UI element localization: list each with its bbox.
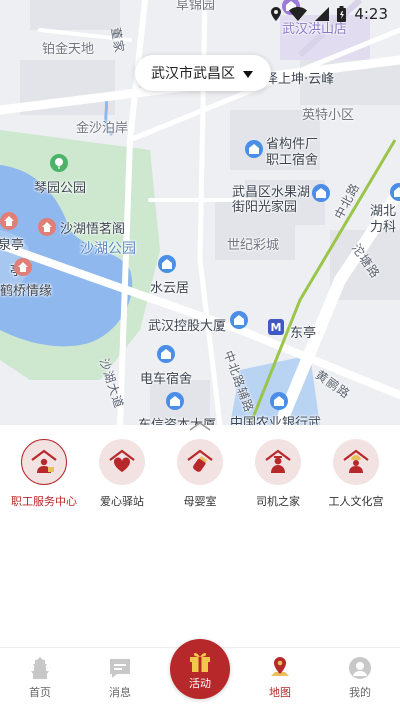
location-selector[interactable]: 武汉市武昌区 bbox=[135, 55, 271, 91]
worker-service-icon bbox=[21, 439, 67, 485]
service-heart-station[interactable]: 爱心驿站 bbox=[84, 439, 160, 509]
service-label: 母婴室 bbox=[183, 495, 217, 508]
tab-label: 消息 bbox=[109, 686, 131, 699]
mother-baby-icon bbox=[177, 439, 223, 485]
status-time: 4:23 bbox=[354, 5, 388, 23]
map-label: 英特小区 bbox=[302, 108, 355, 123]
poi-marker-icon[interactable] bbox=[245, 140, 263, 158]
poi-marker-icon[interactable] bbox=[158, 255, 176, 273]
service-label: 爱心驿站 bbox=[100, 495, 144, 508]
scenic-poi-icon[interactable] bbox=[0, 212, 18, 230]
tab-label: 地图 bbox=[269, 686, 291, 699]
heart-station-icon bbox=[99, 439, 145, 485]
map-label: 鹤桥情缘 bbox=[0, 284, 53, 299]
service-worker-center[interactable]: 职工服务中心 bbox=[6, 439, 82, 509]
service-list: 职工服务中心 爱心驿站 母婴室 司机之家 工人文化宫 bbox=[0, 425, 400, 509]
service-driver-home[interactable]: 司机之家 bbox=[240, 439, 316, 509]
culture-palace-icon bbox=[333, 439, 379, 485]
map-label: 沙湖悟茗阁 bbox=[60, 222, 126, 237]
tab-label: 我的 bbox=[349, 686, 371, 699]
park-poi-icon[interactable] bbox=[50, 154, 68, 172]
wifi-icon bbox=[289, 7, 308, 21]
tab-profile[interactable]: 我的 bbox=[320, 648, 400, 712]
profile-icon bbox=[347, 655, 373, 681]
map-label: 沙湖公园 bbox=[80, 241, 136, 257]
service-label: 司机之家 bbox=[256, 495, 300, 508]
service-culture-palace[interactable]: 工人文化宫 bbox=[318, 439, 394, 509]
location-label: 武汉市武昌区 bbox=[151, 66, 235, 82]
location-status-icon bbox=[271, 7, 282, 21]
poi-marker-icon[interactable] bbox=[157, 345, 175, 363]
tab-activities[interactable]: 活动 bbox=[160, 639, 240, 712]
gift-icon bbox=[187, 648, 213, 674]
map-label: 世纪彩城 bbox=[227, 238, 280, 253]
poi-marker-icon[interactable] bbox=[166, 392, 184, 410]
status-bar: 4:23 bbox=[0, 0, 400, 28]
service-label: 工人文化宫 bbox=[328, 495, 384, 508]
map-label: 金沙泊岸 bbox=[76, 121, 129, 136]
map-label: 电车宿舍 bbox=[140, 372, 193, 387]
driver-home-icon bbox=[255, 439, 301, 485]
tab-map[interactable]: 地图 bbox=[240, 648, 320, 712]
map-label: 东亭 bbox=[290, 326, 317, 341]
battery-icon bbox=[337, 6, 347, 22]
map-label: 街阳光家园 bbox=[232, 200, 298, 215]
caret-down-icon bbox=[243, 64, 253, 83]
map-label: 泉亭 bbox=[0, 238, 25, 253]
map-label: 中国农业银行武 bbox=[230, 416, 322, 425]
map-label: 职工宿舍 bbox=[266, 153, 319, 168]
signal-icon bbox=[315, 7, 330, 21]
map-label: 水云居 bbox=[150, 281, 190, 296]
panel-drag-handle-icon[interactable] bbox=[187, 417, 213, 431]
poi-marker-icon[interactable] bbox=[230, 311, 248, 329]
home-icon bbox=[27, 655, 53, 681]
bottom-tab-bar: 首页 消息 活动 地图 我的 bbox=[0, 639, 400, 712]
poi-marker-icon[interactable] bbox=[270, 392, 288, 410]
map-view[interactable]: 阜锦园 武汉洪山店 铂金天地 董家 泽上坤·云峰 英特小区 金沙泊岸 省构件厂 … bbox=[0, 0, 400, 425]
scenic-poi-icon[interactable] bbox=[38, 218, 56, 236]
map-pin-icon bbox=[267, 655, 293, 681]
map-label: 泽上坤·云峰 bbox=[265, 72, 335, 87]
tab-home[interactable]: 首页 bbox=[0, 648, 80, 712]
map-label: 琴园公园 bbox=[34, 181, 87, 196]
tab-label: 首页 bbox=[29, 686, 51, 699]
map-label: 力科 bbox=[370, 220, 397, 235]
activities-button[interactable]: 活动 bbox=[170, 639, 230, 699]
service-mother-baby[interactable]: 母婴室 bbox=[162, 439, 238, 509]
tab-label: 活动 bbox=[189, 676, 211, 690]
metro-icon[interactable]: M bbox=[268, 319, 284, 335]
map-label: 铂金天地 bbox=[42, 42, 95, 57]
service-label: 职工服务中心 bbox=[11, 495, 77, 508]
service-panel: 职工服务中心 爱心驿站 母婴室 司机之家 工人文化宫 bbox=[0, 422, 400, 647]
message-icon bbox=[107, 655, 133, 681]
scenic-poi-icon[interactable] bbox=[14, 258, 32, 276]
poi-marker-icon[interactable] bbox=[312, 184, 330, 202]
map-label: 武汉控股大厦 bbox=[148, 319, 227, 334]
tab-messages[interactable]: 消息 bbox=[80, 648, 160, 712]
